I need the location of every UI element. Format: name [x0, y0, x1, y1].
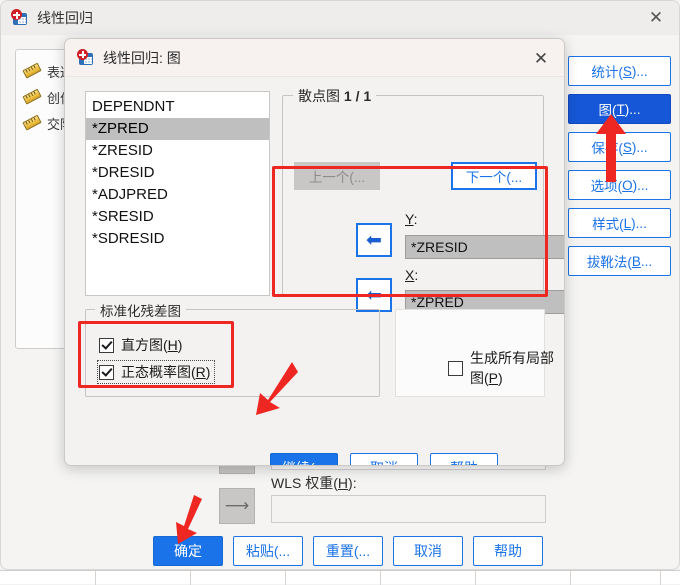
normal-probability-plot-checkbox[interactable]: 正态概率图(R)	[96, 360, 216, 384]
y-axis-label: Y:	[405, 211, 418, 227]
move-to-x-button[interactable]: ⬅	[356, 278, 392, 312]
scatterplot-group-label: 散点图 1 / 1	[293, 86, 377, 106]
plots-dialog-titlebar: 线性回归: 图	[65, 39, 564, 77]
plots-button[interactable]: 图(T)...	[568, 94, 671, 124]
ruler-icon	[22, 88, 42, 106]
bootstrap-button[interactable]: 拔靴法(B...	[568, 246, 671, 276]
linear-regression-plots-dialog: 线性回归: 图 ✕ DEPENDNT *ZPRED *ZRESID *DRESI…	[64, 38, 565, 466]
data-sheet-strip	[0, 570, 680, 585]
list-item[interactable]: *SDRESID	[86, 228, 269, 250]
list-item[interactable]: *ZRESID	[86, 140, 269, 162]
close-icon[interactable]: ✕	[641, 5, 671, 31]
checkbox-icon	[448, 360, 463, 376]
wls-weight-label: WLS 权重(H):	[271, 475, 357, 491]
help-button[interactable]: 帮助	[430, 453, 498, 465]
plots-dialog-title: 线性回归: 图	[103, 49, 181, 66]
cancel-button[interactable]: 取消	[350, 453, 418, 465]
list-item[interactable]: *ZPRED	[86, 118, 269, 140]
continue-button[interactable]: 继续(...	[270, 453, 338, 465]
move-left-arrow-icon: ⬅	[366, 283, 382, 306]
cancel-button[interactable]: 取消	[393, 536, 463, 566]
checkbox-icon	[99, 337, 114, 353]
move-to-y-button[interactable]: ⬅	[356, 223, 392, 257]
list-item[interactable]: DEPENDNT	[86, 96, 269, 118]
next-plot-button[interactable]: 下一个(...	[451, 162, 537, 190]
list-item[interactable]: *ADJPRED	[86, 184, 269, 206]
save-button[interactable]: 保存(S)...	[568, 132, 671, 162]
y-axis-field[interactable]: *ZRESID	[405, 235, 564, 259]
dialog-side-buttons: 统计(S)... 图(T)... 保存(S)... 选项(O)... 样式(L)…	[568, 56, 671, 276]
spss-regression-icon	[77, 48, 95, 67]
produce-all-partial-plots-checkbox[interactable]: 生成所有局部图(P)	[448, 348, 564, 388]
options-button[interactable]: 选项(O)...	[568, 170, 671, 200]
close-icon[interactable]: ✕	[528, 47, 554, 71]
list-item[interactable]: *SRESID	[86, 206, 269, 228]
previous-plot-button[interactable]: 上一个(...	[294, 162, 380, 190]
reset-button[interactable]: 重置(...	[313, 536, 383, 566]
move-left-arrow-icon: ⬅	[366, 228, 382, 251]
produce-all-partial-plots-label: 生成所有局部图(P)	[470, 350, 554, 386]
ruler-icon	[22, 62, 42, 80]
checkbox-icon	[99, 364, 114, 380]
histogram-checkbox[interactable]: 直方图(H)	[99, 335, 182, 355]
x-axis-label: X:	[405, 267, 419, 283]
main-dialog-buttons: 确定 粘贴(... 重置(... 取消 帮助	[153, 536, 543, 566]
ok-button[interactable]: 确定	[153, 536, 223, 566]
normal-probability-plot-checkbox-label: 正态概率图(R)	[121, 364, 211, 380]
plots-variable-list[interactable]: DEPENDNT *ZPRED *ZRESID *DRESID *ADJPRED…	[85, 91, 270, 296]
statistics-button[interactable]: 统计(S)...	[568, 56, 671, 86]
list-item[interactable]: *DRESID	[86, 162, 269, 184]
move-wls-weight-button[interactable]: ⟶	[219, 488, 255, 524]
histogram-checkbox-label: 直方图(H)	[121, 337, 183, 353]
style-button[interactable]: 样式(L)...	[568, 208, 671, 238]
help-button[interactable]: 帮助	[473, 536, 543, 566]
main-window-title: 线性回归	[37, 10, 93, 26]
paste-button[interactable]: 粘贴(...	[233, 536, 303, 566]
plots-dialog-buttons: 继续(... 取消 帮助	[270, 453, 498, 465]
right-arrow-icon: ⟶	[224, 495, 250, 516]
spss-regression-icon	[11, 9, 29, 27]
standardized-residual-plots-label: 标准化残差图	[95, 300, 186, 320]
ruler-icon	[22, 114, 42, 132]
wls-weight-input[interactable]	[271, 495, 546, 523]
main-window-titlebar: 线性回归	[1, 1, 679, 35]
